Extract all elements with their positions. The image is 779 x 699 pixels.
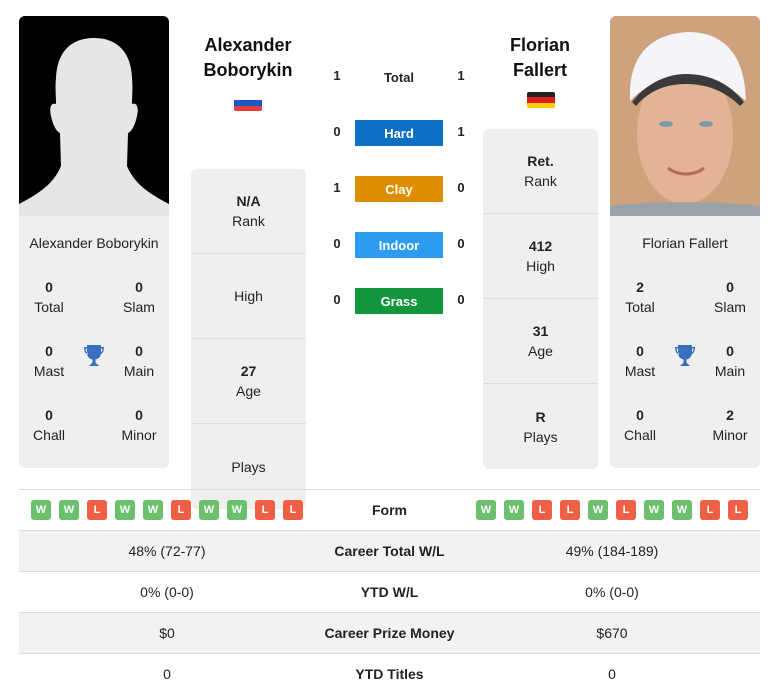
player2-titles-total: 2 Total	[625, 279, 655, 315]
form-badge-win: W	[476, 500, 496, 520]
form-badge-win: W	[143, 500, 163, 520]
form-badge-win: W	[199, 500, 219, 520]
player2-ytd-titles: 0	[608, 666, 616, 682]
player1-ytd-wl: 0% (0-0)	[140, 584, 194, 600]
player2-name[interactable]: Florian Fallert	[470, 33, 610, 83]
form-badge-loss: L	[283, 500, 303, 520]
form-badge-loss: L	[560, 500, 580, 520]
player2-card-name: Florian Fallert	[642, 235, 728, 251]
surface-hard[interactable]: Hard	[355, 120, 443, 146]
player2-info: Ret. Rank 412 High 31 Age R Plays	[483, 129, 598, 469]
form-badge-loss: L	[532, 500, 552, 520]
player1-photo	[19, 16, 169, 216]
h2h-hard-p1: 0	[333, 124, 341, 139]
ytd-wl-row: 0% (0-0) YTD W/L 0% (0-0)	[19, 571, 760, 612]
form-badge-loss: L	[87, 500, 107, 520]
player2-titles-mast: 0 Mast	[624, 343, 656, 379]
player2-titles-minor: 2 Minor	[712, 407, 748, 443]
h2h-total-p1: 1	[333, 68, 341, 83]
h2h-indoor-p2: 0	[457, 236, 465, 251]
player2-titles: 2 Total 0 Slam 0 Mast 0 Main 0 Chall 2 M…	[610, 255, 760, 468]
h2h-grass-p2: 0	[457, 292, 465, 307]
h2h-clay-p1: 1	[333, 180, 341, 195]
h2h-clay-p2: 0	[457, 180, 465, 195]
player1-titles: 0 Total 0 Slam 0 Mast 0 Main 0 Chall 0 M…	[19, 255, 169, 468]
career-total-label: Career Total W/L	[334, 543, 445, 559]
player2-age: 31 Age	[483, 299, 598, 384]
form-badge-loss: L	[700, 500, 720, 520]
player1-card: Alexander Boborykin 0 Total 0 Slam 0 Mas…	[19, 16, 169, 468]
form-badge-win: W	[59, 500, 79, 520]
player1-ytd-titles: 0	[163, 666, 171, 682]
player2-titles-slam: 0 Slam	[714, 279, 746, 315]
prize-money-label: Career Prize Money	[324, 625, 455, 641]
form-badge-loss: L	[616, 500, 636, 520]
player1-age: 27 Age	[191, 339, 306, 424]
player-headshot-icon	[610, 16, 760, 216]
form-badge-win: W	[672, 500, 692, 520]
player2-high: 412 High	[483, 214, 598, 299]
player1-titles-slam: 0 Slam	[123, 279, 155, 315]
player1-form: WWLWWLWWLL	[19, 500, 315, 520]
player1-card-name: Alexander Boborykin	[29, 235, 159, 251]
form-badge-win: W	[31, 500, 51, 520]
form-badge-win: W	[227, 500, 247, 520]
player1-titles-chall: 0 Chall	[33, 407, 65, 443]
form-label: Form	[372, 502, 407, 518]
player2-rank: Ret. Rank	[483, 129, 598, 214]
ytd-wl-label: YTD W/L	[360, 584, 419, 600]
surface-grass[interactable]: Grass	[355, 288, 443, 314]
career-total-row: 48% (72-77) Career Total W/L 49% (184-18…	[19, 530, 760, 571]
h2h-total-p2: 1	[457, 68, 465, 83]
player2-titles-main: 0 Main	[714, 343, 746, 379]
player2-card: Florian Fallert 2 Total 0 Slam 0 Mast 0 …	[610, 16, 760, 468]
player1-titles-mast: 0 Mast	[33, 343, 65, 379]
player2-plays: R Plays	[523, 408, 558, 445]
player2-ytd-wl: 0% (0-0)	[585, 584, 639, 600]
silhouette-icon	[19, 38, 169, 216]
player1-titles-main: 0 Main	[123, 343, 155, 379]
player1-info: N/A Rank High 27 Age Plays	[191, 169, 306, 509]
player1-name[interactable]: Alexander Boborykin	[178, 33, 318, 83]
player1-titles-total: 0 Total	[34, 279, 64, 315]
prize-money-row: $0 Career Prize Money $670	[19, 612, 760, 653]
h2h-grass-p1: 0	[333, 292, 341, 307]
player2-photo	[610, 16, 760, 216]
player1-flag-icon	[234, 95, 262, 111]
player1-prize-money: $0	[159, 625, 175, 641]
player2-form: WWLLWLWWLL	[464, 500, 760, 520]
comparison-table: WWLWWLWWLL Form WWLLWLWWLL 48% (72-77) C…	[19, 489, 760, 694]
form-badge-win: W	[115, 500, 135, 520]
player1-titles-minor: 0 Minor	[121, 407, 157, 443]
player2-flag-icon	[527, 92, 555, 108]
ytd-titles-label: YTD Titles	[355, 666, 424, 682]
player2-titles-chall: 0 Chall	[624, 407, 656, 443]
h2h-total-label: Total	[383, 70, 415, 85]
form-badge-win: W	[588, 500, 608, 520]
form-row: WWLWWLWWLL Form WWLLWLWWLL	[19, 489, 760, 530]
player1-rank: N/A Rank	[191, 169, 306, 254]
surface-clay[interactable]: Clay	[355, 176, 443, 202]
player2-prize-money: $670	[596, 625, 628, 641]
form-badge-loss: L	[728, 500, 748, 520]
h2h-hard-p2: 1	[457, 124, 465, 139]
h2h-indoor-p1: 0	[333, 236, 341, 251]
form-badge-loss: L	[255, 500, 275, 520]
player1-high: High	[191, 254, 306, 339]
player1-career-total: 48% (72-77)	[128, 543, 206, 559]
form-badge-win: W	[504, 500, 524, 520]
surface-indoor[interactable]: Indoor	[355, 232, 443, 258]
form-badge-win: W	[644, 500, 664, 520]
trophy-icon	[82, 343, 106, 369]
player2-career-total: 49% (184-189)	[565, 543, 659, 559]
trophy-icon	[673, 343, 697, 369]
form-badge-loss: L	[171, 500, 191, 520]
ytd-titles-row: 0 YTD Titles 0	[19, 653, 760, 694]
